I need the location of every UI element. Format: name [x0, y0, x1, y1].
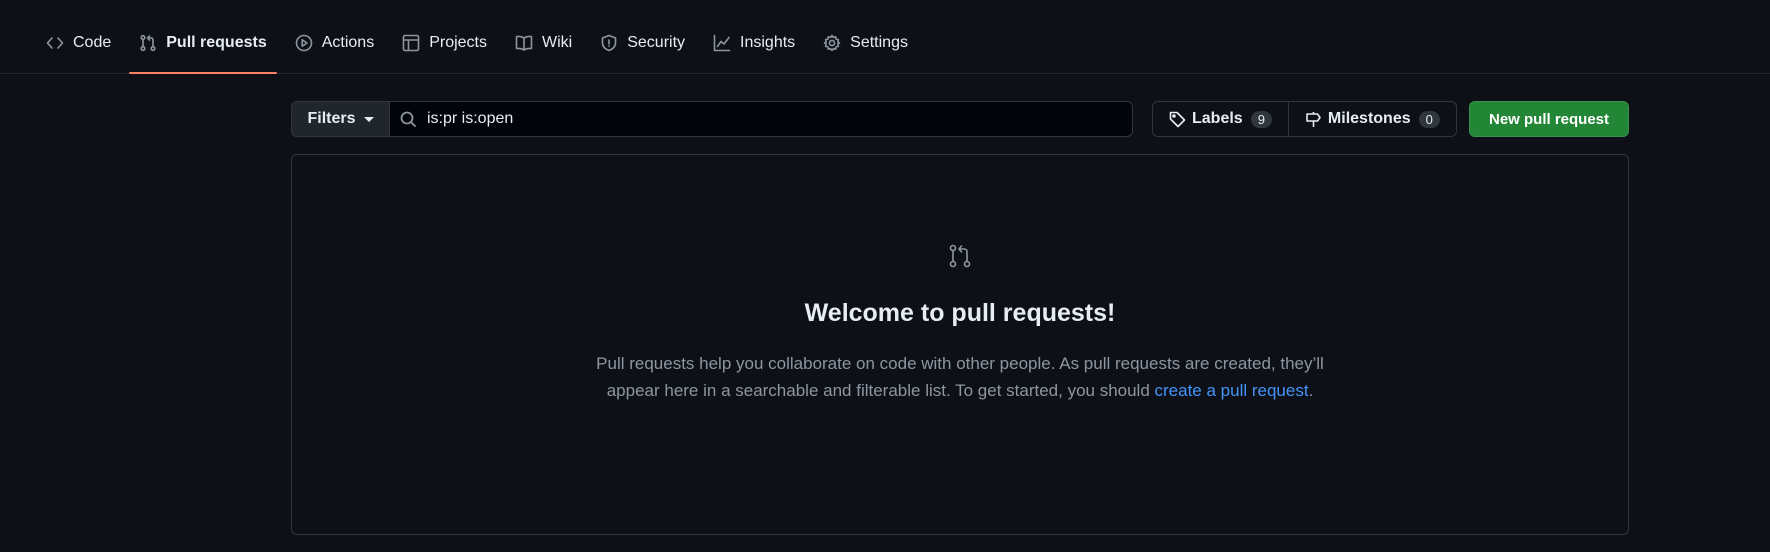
tab-settings[interactable]: Settings	[813, 0, 918, 73]
labels-count: 9	[1250, 110, 1272, 128]
milestones-button[interactable]: Milestones 0	[1287, 102, 1456, 136]
tab-code-label: Code	[73, 34, 112, 51]
tab-actions[interactable]: Actions	[285, 0, 384, 73]
tab-pull-requests[interactable]: Pull requests	[129, 0, 278, 74]
tab-security-label: Security	[627, 34, 686, 51]
tab-pull-requests-label: Pull requests	[166, 34, 267, 51]
code-icon	[46, 37, 64, 49]
search-box[interactable]	[390, 101, 1133, 137]
caret-down-icon	[363, 116, 374, 122]
tab-security[interactable]: Security	[590, 0, 695, 73]
create-pull-request-link[interactable]: create a pull request	[1155, 381, 1309, 400]
repo-nav: Code Pull requests Actions Projects Wiki…	[0, 0, 1770, 74]
tab-insights-label: Insights	[740, 34, 796, 51]
filters-button[interactable]: Filters	[291, 101, 390, 137]
blankslate-description: Pull requests help you collaborate on co…	[580, 350, 1340, 404]
pr-toolbar: Filters Labels 9 Milestones 0 New pull r…	[291, 101, 1629, 137]
new-pull-request-button[interactable]: New pull request	[1469, 101, 1629, 137]
milestone-icon	[1306, 111, 1321, 127]
blankslate-text-end: .	[1308, 381, 1314, 400]
graph-icon	[713, 34, 731, 52]
shield-icon	[601, 34, 617, 52]
tab-insights[interactable]: Insights	[703, 0, 805, 73]
labels-button[interactable]: Labels 9	[1153, 102, 1288, 136]
milestones-count: 0	[1418, 110, 1440, 128]
tab-actions-label: Actions	[321, 34, 375, 51]
tab-projects-label: Projects	[429, 34, 487, 51]
table-icon	[402, 34, 420, 52]
milestones-label: Milestones	[1327, 110, 1411, 127]
gear-icon	[823, 34, 841, 52]
tab-settings-label: Settings	[850, 34, 908, 51]
book-icon	[515, 35, 533, 51]
tab-wiki[interactable]: Wiki	[505, 0, 582, 73]
pull-request-icon	[949, 244, 971, 268]
tab-projects[interactable]: Projects	[392, 0, 497, 73]
labels-label: Labels	[1192, 110, 1243, 127]
filters-label: Filters	[307, 110, 356, 127]
pull-request-icon	[140, 34, 156, 52]
blankslate-title: Welcome to pull requests!	[804, 299, 1116, 327]
labels-milestones-group: Labels 9 Milestones 0	[1152, 101, 1457, 137]
search-icon	[400, 111, 417, 127]
tab-wiki-label: Wiki	[542, 34, 573, 51]
play-icon	[295, 34, 313, 52]
tab-code[interactable]: Code	[36, 0, 121, 73]
tag-icon	[1169, 111, 1186, 127]
search-input[interactable]	[427, 110, 1027, 128]
blankslate: Welcome to pull requests! Pull requests …	[291, 154, 1629, 535]
